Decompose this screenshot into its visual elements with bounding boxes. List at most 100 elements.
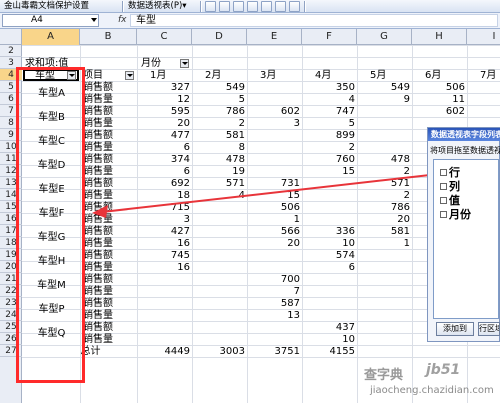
value-cell[interactable]: 692 — [138, 178, 192, 189]
column-header-B[interactable]: B — [80, 29, 137, 45]
value-cell[interactable]: 506 — [248, 202, 302, 213]
value-cell[interactable]: 571 — [193, 178, 247, 189]
refresh-icon[interactable] — [261, 1, 272, 12]
measure-label[interactable]: 销售量 — [83, 334, 137, 345]
item-filter-dropdown[interactable] — [125, 71, 134, 80]
value-cell[interactable]: 2 — [358, 190, 412, 201]
field-list-icon[interactable] — [289, 1, 300, 12]
value-cell[interactable]: 6 — [303, 262, 357, 273]
name-box[interactable]: A4 — [2, 14, 99, 27]
column-header-D[interactable]: D — [192, 29, 247, 45]
show-detail-icon[interactable] — [247, 1, 258, 12]
column-header-A[interactable]: A — [22, 29, 80, 45]
measure-label[interactable]: 销售额 — [83, 82, 137, 93]
row-header-2[interactable]: 2 — [0, 45, 22, 57]
measure-label[interactable]: 销售额 — [83, 250, 137, 261]
value-cell[interactable]: 1 — [248, 214, 302, 225]
value-cell[interactable]: 15 — [303, 166, 357, 177]
value-cell[interactable]: 5 — [193, 94, 247, 105]
value-cell[interactable]: 15 — [248, 190, 302, 201]
measure-label[interactable]: 销售量 — [83, 94, 137, 105]
value-cell[interactable]: 715 — [138, 202, 192, 213]
fx-icon[interactable]: fx — [118, 15, 127, 25]
value-cell[interactable]: 574 — [303, 250, 357, 261]
add-to-button[interactable]: 添加到 — [436, 322, 474, 336]
value-cell[interactable]: 478 — [358, 154, 412, 165]
value-cell[interactable]: 3 — [138, 214, 192, 225]
column-header-C[interactable]: C — [137, 29, 192, 45]
value-cell[interactable]: 477 — [138, 130, 192, 141]
value-cell[interactable]: 506 — [413, 82, 467, 93]
measure-label[interactable]: 销售额 — [83, 154, 137, 165]
month-header[interactable]: 7月 — [480, 70, 500, 81]
value-cell[interactable]: 581 — [193, 130, 247, 141]
chart-icon[interactable] — [219, 1, 230, 12]
value-cell[interactable]: 16 — [138, 238, 192, 249]
value-cell[interactable]: 3 — [248, 118, 302, 129]
month-filter-dropdown[interactable] — [180, 59, 189, 68]
column-header-G[interactable]: G — [357, 29, 412, 45]
checkbox[interactable] — [440, 183, 447, 190]
value-cell[interactable]: 8 — [193, 142, 247, 153]
column-header-I[interactable]: I — [467, 29, 500, 45]
row-area-dropdown[interactable]: 行区域 — [478, 322, 500, 336]
measure-label[interactable]: 销售量 — [83, 190, 137, 201]
measure-label[interactable]: 销售量 — [83, 214, 137, 225]
measure-label[interactable]: 销售量 — [83, 262, 137, 273]
value-cell[interactable]: 587 — [248, 298, 302, 309]
value-cell[interactable]: 478 — [193, 154, 247, 165]
value-cell[interactable]: 19 — [193, 166, 247, 177]
value-cell[interactable]: 2 — [358, 166, 412, 177]
value-cell[interactable]: 602 — [413, 106, 467, 117]
value-cell[interactable]: 16 — [138, 262, 192, 273]
value-cell[interactable]: 437 — [303, 322, 357, 333]
value-cell[interactable]: 11 — [468, 94, 500, 105]
value-cell[interactable]: 745 — [138, 250, 192, 261]
value-cell[interactable]: 10 — [303, 334, 357, 345]
value-cell[interactable]: 20 — [358, 214, 412, 225]
total-cell[interactable]: 4155 — [303, 346, 357, 357]
field-settings-icon[interactable] — [275, 1, 286, 12]
month-header[interactable]: 1月 — [150, 70, 192, 81]
value-cell[interactable]: 374 — [138, 154, 192, 165]
month-header[interactable]: 2月 — [205, 70, 247, 81]
month-header[interactable]: 3月 — [260, 70, 302, 81]
value-cell[interactable]: 327 — [138, 82, 192, 93]
value-cell[interactable]: 4 — [303, 94, 357, 105]
measure-label[interactable]: 销售额 — [83, 322, 137, 333]
month-header[interactable]: 4月 — [315, 70, 357, 81]
measure-label[interactable]: 销售额 — [83, 226, 137, 237]
value-cell[interactable]: 5 — [303, 118, 357, 129]
measure-label[interactable]: 销售量 — [83, 166, 137, 177]
checkbox[interactable] — [440, 197, 447, 204]
column-header-F[interactable]: F — [302, 29, 357, 45]
hide-detail-icon[interactable] — [233, 1, 244, 12]
value-cell[interactable]: 581 — [358, 226, 412, 237]
value-cell[interactable]: 350 — [303, 82, 357, 93]
value-cell[interactable]: 10 — [303, 238, 357, 249]
panel-title[interactable]: 数据透视表字段列表 — [428, 128, 500, 141]
value-cell[interactable]: 747 — [468, 106, 500, 117]
value-cell[interactable]: 602 — [248, 106, 302, 117]
value-cell[interactable]: 9 — [358, 94, 412, 105]
value-cell[interactable]: 11 — [413, 94, 467, 105]
measure-label[interactable]: 销售量 — [83, 142, 137, 153]
value-cell[interactable]: 786 — [193, 106, 247, 117]
value-cell[interactable]: 18 — [138, 190, 192, 201]
value-cell[interactable]: 571 — [358, 178, 412, 189]
value-cell[interactable]: 899 — [303, 130, 357, 141]
value-cell[interactable]: 786 — [358, 202, 412, 213]
checkbox[interactable] — [440, 169, 447, 176]
measure-label[interactable]: 销售额 — [83, 130, 137, 141]
value-cell[interactable]: 566 — [248, 226, 302, 237]
value-cell[interactable]: 700 — [248, 274, 302, 285]
value-cell[interactable]: 12 — [138, 94, 192, 105]
total-cell[interactable]: 3751 — [248, 346, 302, 357]
value-cell[interactable]: 549 — [193, 82, 247, 93]
value-cell[interactable]: 20 — [138, 118, 192, 129]
measure-label[interactable]: 销售额 — [83, 106, 137, 117]
value-cell[interactable]: 747 — [303, 106, 357, 117]
measure-label[interactable]: 销售量 — [83, 238, 137, 249]
value-cell[interactable]: 20 — [248, 238, 302, 249]
value-cell[interactable]: 2 — [303, 142, 357, 153]
